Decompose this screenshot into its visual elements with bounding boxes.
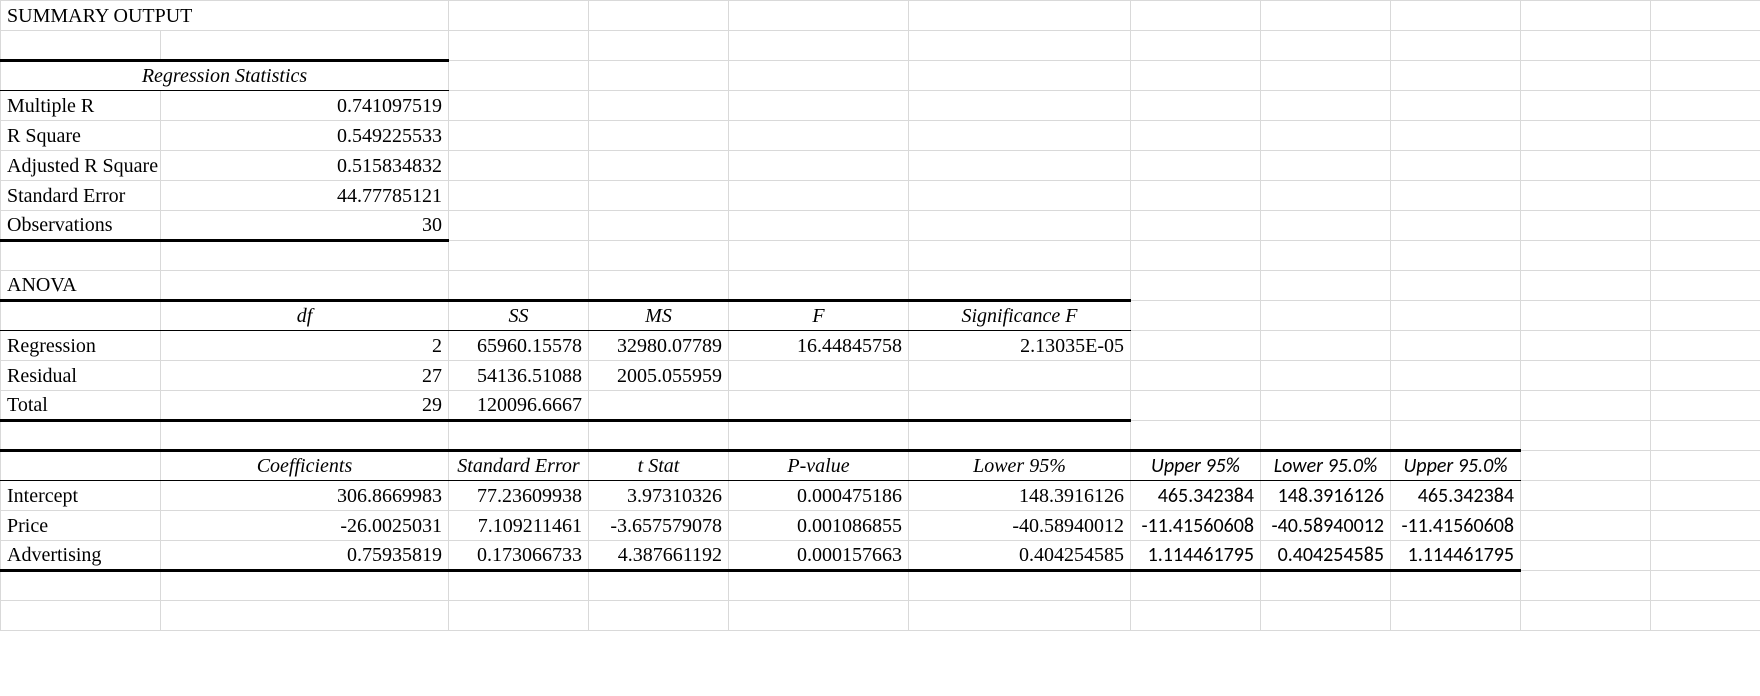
coeff-up: 465.342384 [1131,481,1261,511]
coeff-label: Intercept [1,481,161,511]
coeff-row[interactable]: Price -26.0025031 7.109211461 -3.6575790… [1,511,1760,541]
reg-stats-header: Regression Statistics [1,61,449,91]
reg-stats-header-row[interactable]: Regression Statistics [1,61,1760,91]
coeff-coef: 0.75935819 [161,541,449,571]
reg-stat-value: 30 [161,211,449,241]
title-row[interactable]: SUMMARY OUTPUT [1,1,1760,31]
reg-stat-row[interactable]: Standard Error 44.77785121 [1,181,1760,211]
coeff-se: 0.173066733 [449,541,589,571]
spreadsheet[interactable]: SUMMARY OUTPUT Regression Statistics Mul… [0,0,1760,631]
coeff-header-tstat: t Stat [589,451,729,481]
coeff-lo0: -40.58940012 [1261,511,1391,541]
coeff-lo: 0.404254585 [909,541,1131,571]
coeff-up0: -11.41560608 [1391,511,1521,541]
reg-stat-row[interactable]: Observations 30 [1,211,1760,241]
anova-row[interactable]: Residual 27 54136.51088 2005.055959 [1,361,1760,391]
anova-sigf [909,391,1131,421]
anova-label: Total [1,391,161,421]
coeff-up: -11.41560608 [1131,511,1261,541]
coeff-row[interactable]: Intercept 306.8669983 77.23609938 3.9731… [1,481,1760,511]
coeff-se: 77.23609938 [449,481,589,511]
coeff-lo0: 148.3916126 [1261,481,1391,511]
coeff-header-stderr: Standard Error [449,451,589,481]
anova-title-row[interactable]: ANOVA [1,271,1760,301]
anova-f: 16.44845758 [729,331,909,361]
coeff-header-pvalue: P-value [729,451,909,481]
coeff-coef: 306.8669983 [161,481,449,511]
reg-stat-label: Observations [1,211,161,241]
coeff-t: -3.657579078 [589,511,729,541]
reg-stat-row[interactable]: Multiple R 0.741097519 [1,91,1760,121]
coeff-p: 0.000157663 [729,541,909,571]
coeff-up0: 465.342384 [1391,481,1521,511]
coeff-t: 4.387661192 [589,541,729,571]
anova-ms [589,391,729,421]
coeff-header-upper95: Upper 95% [1131,451,1261,481]
anova-f [729,361,909,391]
anova-label: Regression [1,331,161,361]
anova-label: Residual [1,361,161,391]
summary-output-title: SUMMARY OUTPUT [1,1,449,31]
blank-row[interactable] [1,571,1760,601]
blank-row[interactable] [1,241,1760,271]
coeff-up0: 1.114461795 [1391,541,1521,571]
reg-stat-value: 0.549225533 [161,121,449,151]
anova-header-sigf: Significance F [909,301,1131,331]
anova-ss: 65960.15578 [449,331,589,361]
reg-stat-label: Adjusted R Square [1,151,161,181]
coeff-t: 3.97310326 [589,481,729,511]
reg-stat-label: Multiple R [1,91,161,121]
anova-ms: 2005.055959 [589,361,729,391]
coeff-se: 7.109211461 [449,511,589,541]
coeff-p: 0.000475186 [729,481,909,511]
coeff-up: 1.114461795 [1131,541,1261,571]
anova-df: 2 [161,331,449,361]
anova-title: ANOVA [1,271,161,301]
anova-header-row[interactable]: df SS MS F Significance F [1,301,1760,331]
coeff-label: Advertising [1,541,161,571]
anova-ss: 120096.6667 [449,391,589,421]
reg-stat-label: Standard Error [1,181,161,211]
blank-row[interactable] [1,421,1760,451]
blank-row[interactable] [1,31,1760,61]
coeff-label: Price [1,511,161,541]
reg-stat-label: R Square [1,121,161,151]
coeff-header-lower95-0: Lower 95.0% [1261,451,1391,481]
reg-stat-value: 44.77785121 [161,181,449,211]
anova-header-ms: MS [589,301,729,331]
coeff-lo0: 0.404254585 [1261,541,1391,571]
coeff-header-upper95-0: Upper 95.0% [1391,451,1521,481]
coeff-header-lower95: Lower 95% [909,451,1131,481]
anova-ss: 54136.51088 [449,361,589,391]
coeff-row[interactable]: Advertising 0.75935819 0.173066733 4.387… [1,541,1760,571]
coeff-lo: 148.3916126 [909,481,1131,511]
anova-sigf [909,361,1131,391]
anova-f [729,391,909,421]
anova-sigf: 2.13035E-05 [909,331,1131,361]
coeff-header-coefficients: Coefficients [161,451,449,481]
coeff-header-row[interactable]: Coefficients Standard Error t Stat P-val… [1,451,1760,481]
reg-stat-row[interactable]: Adjusted R Square 0.515834832 [1,151,1760,181]
anova-row[interactable]: Regression 2 65960.15578 32980.07789 16.… [1,331,1760,361]
anova-df: 29 [161,391,449,421]
coeff-lo: -40.58940012 [909,511,1131,541]
coeff-p: 0.001086855 [729,511,909,541]
reg-stat-row[interactable]: R Square 0.549225533 [1,121,1760,151]
anova-df: 27 [161,361,449,391]
reg-stat-value: 0.741097519 [161,91,449,121]
anova-header-df: df [161,301,449,331]
reg-stat-value: 0.515834832 [161,151,449,181]
anova-header-f: F [729,301,909,331]
anova-ms: 32980.07789 [589,331,729,361]
anova-row[interactable]: Total 29 120096.6667 [1,391,1760,421]
anova-header-ss: SS [449,301,589,331]
blank-row[interactable] [1,601,1760,631]
coeff-coef: -26.0025031 [161,511,449,541]
